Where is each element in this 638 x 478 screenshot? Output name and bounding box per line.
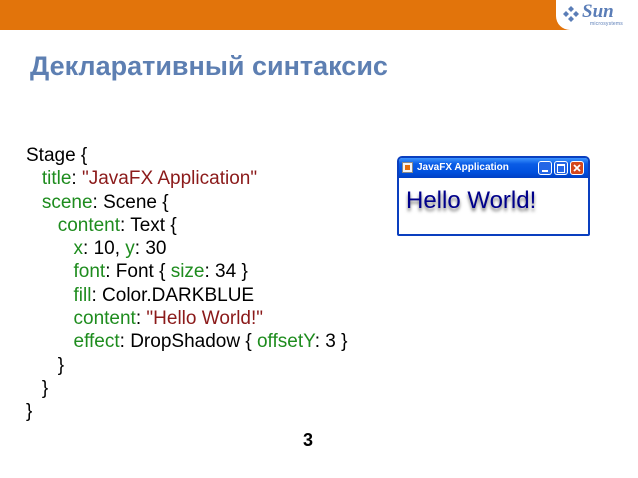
code-keyword: effect (73, 331, 120, 353)
window-titlebar: JavaFX Application (399, 158, 588, 178)
sun-logo-word: Sun (582, 1, 614, 22)
code-string: "Hello World!" (146, 308, 264, 330)
slide-title: Декларативный синтаксис (30, 51, 388, 81)
code-text: : Text { (120, 214, 177, 236)
code-text: : Color.DARKBLUE (91, 284, 255, 306)
code-keyword: content (57, 214, 121, 236)
code-keyword: font (73, 261, 106, 283)
top-banner: Sun microsystems (0, 0, 638, 30)
code-keyword: y (125, 238, 135, 260)
code-line: } (26, 377, 347, 400)
code-keyword: content (73, 308, 136, 330)
code-text: : 34 } (204, 261, 248, 283)
code-line: } (26, 400, 347, 423)
code-text: } (57, 354, 65, 376)
code-text: } (26, 401, 33, 423)
app-icon (402, 162, 413, 173)
code-text: } (41, 377, 49, 399)
code-string: "JavaFX Application" (81, 168, 258, 190)
code-text: : (135, 308, 147, 330)
maximize-icon[interactable] (554, 161, 568, 175)
window-title: JavaFX Application (417, 162, 509, 173)
code-text: : 10, (83, 238, 126, 260)
code-line: title: "JavaFX Application" (26, 167, 347, 190)
code-text: : Font { (105, 261, 171, 283)
window-content: Hello World! (399, 178, 588, 234)
javafx-window-preview: JavaFX Application Hello World! (397, 156, 590, 236)
minimize-icon[interactable] (538, 161, 552, 175)
code-line: content: "Hello World!" (26, 307, 347, 330)
logo-tab: Sun microsystems (556, 0, 638, 30)
code-line: font: Font { size: 34 } (26, 260, 347, 283)
hello-world-text: Hello World! (406, 187, 537, 214)
code-text: : 30 (134, 238, 167, 260)
sun-logo-subtitle: microsystems (590, 21, 623, 27)
code-keyword: size (170, 261, 205, 283)
sun-logo-icon (563, 6, 579, 22)
code-line: x: 10, y: 30 (26, 237, 347, 260)
code-text: : 3 } (314, 331, 348, 353)
code-line: effect: DropShadow { offsetY: 3 } (26, 330, 348, 353)
code-line: } (26, 354, 347, 377)
page-number: 3 (303, 430, 314, 450)
code-block: Stage { title: "JavaFX Application" scen… (26, 144, 347, 424)
code-keyword: scene (41, 191, 93, 213)
close-icon[interactable] (570, 161, 584, 175)
code-text: : (71, 168, 82, 190)
code-keyword: title (41, 168, 72, 190)
code-text: Stage { (26, 145, 88, 166)
code-line: fill: Color.DARKBLUE (26, 284, 347, 307)
sun-logo: Sun microsystems (560, 1, 630, 29)
code-text: : Scene { (92, 191, 169, 213)
code-line: scene: Scene { (26, 191, 347, 214)
code-keyword: offsetY (256, 331, 315, 353)
code-line: Stage { (26, 144, 347, 167)
code-keyword: x (73, 238, 84, 260)
code-line: content: Text { (26, 214, 347, 237)
code-keyword: fill (73, 284, 92, 306)
code-text: : DropShadow { (119, 331, 257, 353)
